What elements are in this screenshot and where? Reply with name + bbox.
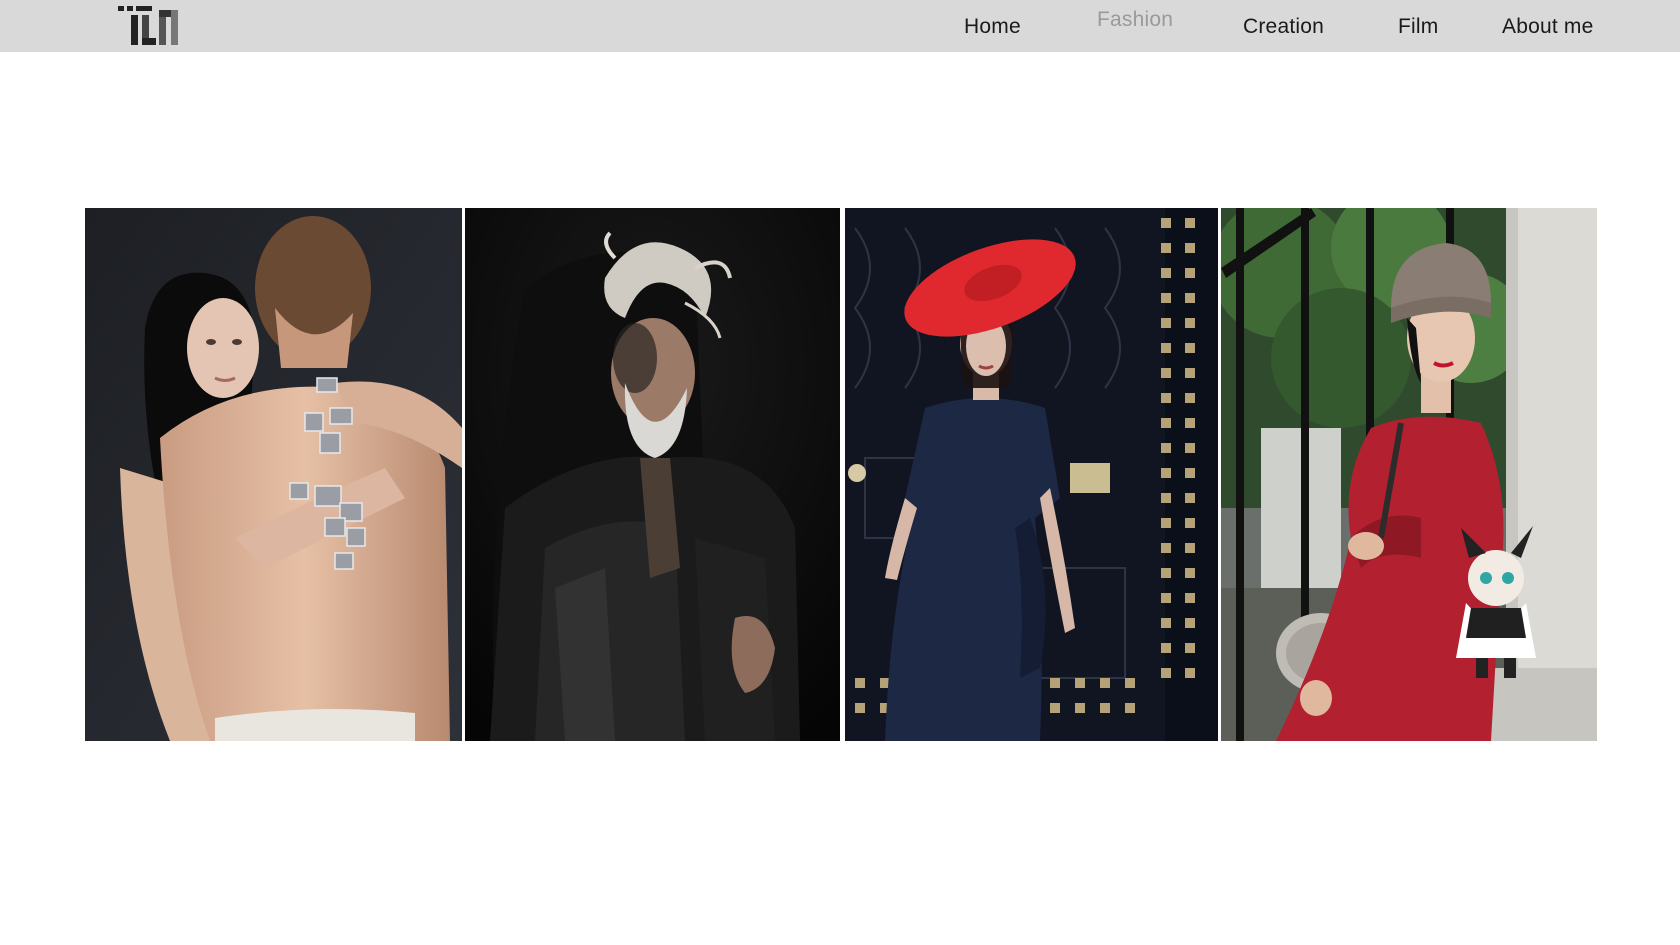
- woman-red-dress-image: [1221, 208, 1597, 741]
- nav-fashion[interactable]: Fashion: [1097, 8, 1173, 32]
- nav-film[interactable]: Film: [1398, 15, 1438, 39]
- gallery-photo-4[interactable]: [1221, 208, 1597, 741]
- nav-creation[interactable]: Creation: [1243, 15, 1324, 39]
- gallery-photo-2[interactable]: [465, 208, 840, 741]
- gallery-photo-3[interactable]: [845, 208, 1218, 741]
- nav-about-me[interactable]: About me: [1502, 15, 1594, 39]
- couple-embrace-image: [85, 208, 462, 741]
- main-nav: Home Fashion Creation Film About me: [0, 0, 1680, 52]
- site-header: Home Fashion Creation Film About me: [0, 0, 1680, 52]
- gallery-photo-1[interactable]: [85, 208, 462, 741]
- woman-red-hat-image: [845, 208, 1218, 741]
- bearded-man-image: [465, 208, 840, 741]
- nav-home[interactable]: Home: [964, 15, 1021, 39]
- photo-gallery: [85, 208, 1597, 741]
